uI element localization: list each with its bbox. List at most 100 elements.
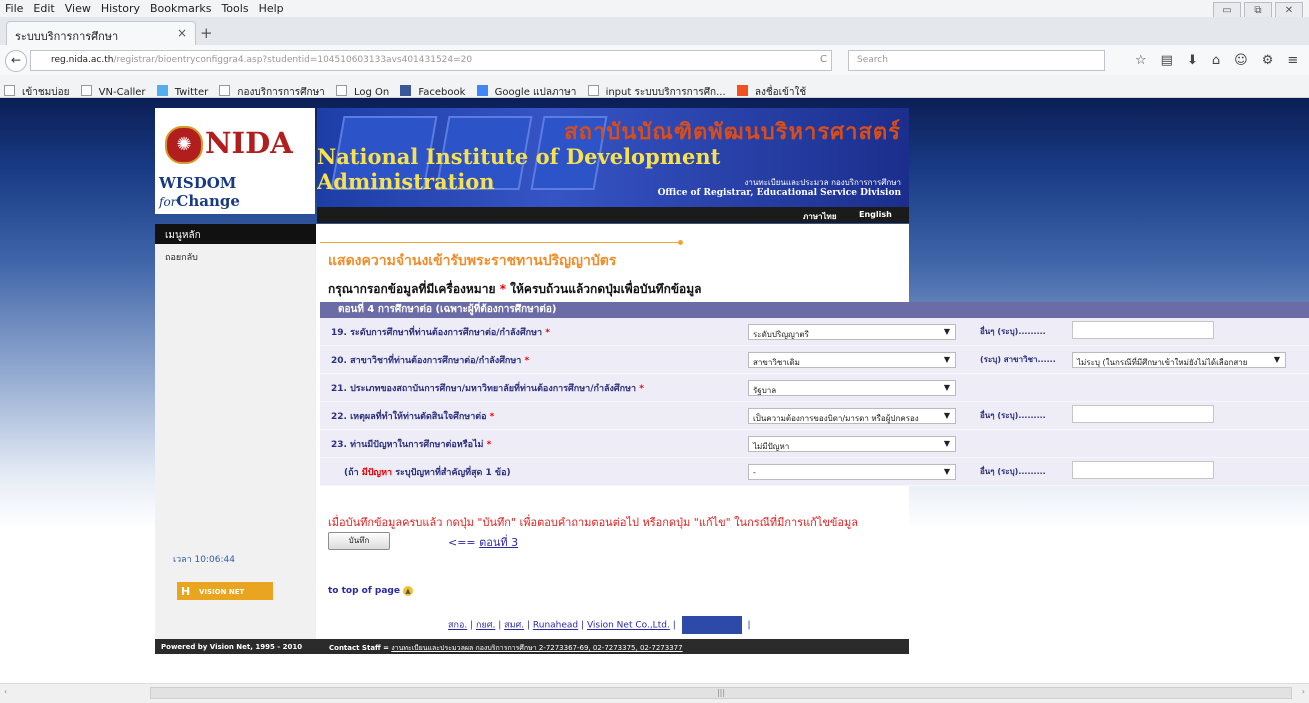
to-top-link[interactable]: to top of page ▲ xyxy=(328,586,413,596)
bookmark-item[interactable]: Log On xyxy=(335,82,391,98)
logo-text: NIDA xyxy=(205,126,293,160)
web-page: ✺ NIDA WISDOM forChange สถาบันบัณฑิตพัฒน… xyxy=(0,98,1309,673)
question-label: 20. สาขาวิชาที่ท่านต้องการศึกษาต่อ/กำลัง… xyxy=(331,356,530,366)
problem-other-input[interactable] xyxy=(1072,461,1214,479)
question-row-22: 22. เหตุผลที่ทำให้ท่านตัดสินใจศึกษาต่อ *… xyxy=(320,402,1309,430)
browser-tab[interactable]: ระบบบริการการศึกษา × xyxy=(6,21,196,46)
tab-title: ระบบบริการการศึกษา xyxy=(15,30,119,43)
download-icon[interactable]: ⬇ xyxy=(1187,53,1198,68)
menu-tools[interactable]: Tools xyxy=(216,0,253,15)
menu-view[interactable]: View xyxy=(60,0,96,15)
reason-select[interactable]: เป็นความต้องการของบิดา/มารดา หรือผู้ปกคร… xyxy=(748,408,956,424)
search-input[interactable]: Search xyxy=(848,50,1105,71)
addon-icon[interactable]: ⚙ xyxy=(1262,53,1274,68)
powered-by: Powered by Vision Net, 1995 - 2010 xyxy=(161,643,303,651)
footer-link[interactable]: Vision Net Co.,Ltd. xyxy=(587,621,670,631)
bookmark-item[interactable]: Twitter xyxy=(156,82,211,98)
footer-link[interactable]: กยศ. xyxy=(476,621,495,631)
menu-edit[interactable]: Edit xyxy=(28,0,59,15)
url-host: reg.nida.ac.th xyxy=(51,55,114,65)
bookmark-item[interactable]: Facebook xyxy=(400,82,467,98)
major-specify-select[interactable]: ไม่ระบุ (ในกรณีที่มีศึกษาเข้าใหม่ยังไม่ไ… xyxy=(1072,352,1286,368)
required-star: * xyxy=(499,282,506,296)
sidebar-item-back[interactable]: ถอยกลับ xyxy=(155,244,316,270)
reason-other-input[interactable] xyxy=(1072,405,1214,423)
menu-help[interactable]: Help xyxy=(254,0,289,15)
footer-bar: Powered by Vision Net, 1995 - 2010 Conta… xyxy=(155,639,909,654)
scroll-right-icon[interactable]: › xyxy=(1302,687,1305,696)
menu-history[interactable]: History xyxy=(96,0,145,15)
problem-select[interactable]: ไม่มีปัญหา ▼ xyxy=(748,436,956,452)
back-to-part3-link[interactable]: <== ตอนที่ 3 xyxy=(448,533,518,551)
footer-link[interactable]: สมศ. xyxy=(504,621,524,631)
slogan-end: Change xyxy=(176,192,240,210)
footer-links: สกอ. | กยศ. | สมศ. | Runahead | Vision N… xyxy=(448,616,751,634)
vision-net-logo[interactable]: H VISION NET xyxy=(177,582,273,600)
partner-logo[interactable] xyxy=(681,616,742,634)
home-icon[interactable]: ⌂ xyxy=(1212,53,1220,68)
url-path: /registrar/bioentryconfiggra4.asp?studen… xyxy=(113,55,473,65)
institution-type-select[interactable]: รัฐบาล ▼ xyxy=(748,380,956,396)
question-label: 21. ประเภทของสถาบันการศึกษา/มหาวิทยาลัยท… xyxy=(331,384,644,394)
instruction-text-end: ให้ครบถ้วนแล้วกดปุ่มเพื่อบันทึกข้อมูล xyxy=(510,282,702,296)
lang-english-link[interactable]: English xyxy=(859,210,892,219)
instruction-text: กรุณากรอกข้อมูลที่มีเครื่องหมาย xyxy=(328,282,496,296)
nida-logo[interactable]: ✺ NIDA WISDOM forChange xyxy=(155,108,315,214)
bookmark-item[interactable]: input ระบบบริการการศึก... xyxy=(587,80,728,100)
bookmark-item[interactable]: เข้าชมบ่อย xyxy=(4,80,71,100)
header-banner: สถาบันบัณฑิตพัฒนบริหารศาสตร์ National In… xyxy=(317,108,909,214)
url-bar[interactable]: reg.nida.ac.th/registrar/bioentryconfigg… xyxy=(30,50,832,71)
question-table: 19. ระดับการศึกษาที่ท่านต้องการศึกษาต่อ/… xyxy=(320,318,1309,486)
back-button[interactable]: ← xyxy=(5,50,27,72)
question-label: 23. ท่านมีปัญหาในการศึกษาต่อหรือไม่ * xyxy=(331,440,492,450)
question-row-23: 23. ท่านมีปัญหาในการศึกษาต่อหรือไม่ * ไม… xyxy=(320,430,1309,458)
slogan-main: WISDOM xyxy=(159,174,237,192)
search-placeholder: Search xyxy=(857,55,888,65)
clock-text: เวลา 10:06:44 xyxy=(173,555,235,565)
nav-bar: ← reg.nida.ac.th/registrar/bioentryconfi… xyxy=(0,45,1309,76)
close-tab-icon[interactable]: × xyxy=(177,26,187,40)
vision-net-mark-icon: H xyxy=(181,585,191,598)
nida-emblem-icon: ✺ xyxy=(165,126,203,164)
main-content: แสดงความจำนงเข้ารับพระราชทานปริญญาบัตร ก… xyxy=(316,224,1309,639)
scroll-thumb[interactable]: ||| xyxy=(150,687,1292,699)
bookmark-item[interactable]: ลงชื่อเข้าใช้ xyxy=(736,80,808,100)
bookmark-item[interactable]: Google แปลภาษา xyxy=(476,80,579,100)
bookmark-star-icon[interactable]: ☆ xyxy=(1135,53,1147,68)
horizontal-scrollbar[interactable]: ‹ ||| › xyxy=(0,683,1309,703)
divider xyxy=(320,242,678,243)
lang-thai-link[interactable]: ภาษาไทย xyxy=(803,210,837,223)
footer-link[interactable]: Runahead xyxy=(533,621,578,631)
bookmark-item[interactable]: กองบริการการศึกษา xyxy=(219,80,326,100)
contact-link[interactable]: งานทะเบียนและประมวลผล กองบริการการศึกษา … xyxy=(391,644,682,652)
sidebar: เมนูหลัก ถอยกลับ เวลา 10:06:44 H VISION N… xyxy=(155,224,316,639)
reload-icon[interactable]: C xyxy=(820,54,827,65)
new-tab-icon[interactable]: + xyxy=(200,24,213,42)
to-top-text: to top of page xyxy=(328,586,400,596)
slogan: WISDOM forChange xyxy=(159,174,315,210)
contact-staff: Contact Staff = งานทะเบียนและประมวลผล กอ… xyxy=(329,644,683,652)
major-select[interactable]: สาขาวิชาเดิม ▼ xyxy=(748,352,956,368)
up-arrow-icon: ▲ xyxy=(402,586,413,596)
education-level-select[interactable]: ระดับปริญญาตรี ▼ xyxy=(748,324,956,340)
bookmark-item[interactable]: VN-Caller xyxy=(80,82,148,98)
menu-bookmarks[interactable]: Bookmarks xyxy=(145,0,216,15)
other-label: อื่นๆ (ระบุ)......... xyxy=(980,327,1046,336)
bookmark-label: VN-Caller xyxy=(98,87,146,98)
save-button[interactable]: บันทึก xyxy=(328,532,390,550)
problem-detail-select[interactable]: - ▼ xyxy=(748,464,956,480)
page-title: แสดงความจำนงเข้ารับพระราชทานปริญญาบัตร xyxy=(328,253,617,269)
back-link-text: ตอนที่ 3 xyxy=(479,536,519,549)
footer-link[interactable]: สกอ. xyxy=(448,621,467,631)
slogan-italic: for xyxy=(159,195,177,209)
bookmark-label: Log On xyxy=(353,87,390,98)
save-notice: เมื่อบันทึกข้อมูลครบแล้ว กดปุ่ม "บันทึก"… xyxy=(328,516,859,529)
education-level-other-input[interactable] xyxy=(1072,321,1214,339)
menu-file[interactable]: File xyxy=(0,0,28,15)
hamburger-menu-icon[interactable]: ≡ xyxy=(1287,53,1298,68)
scroll-left-icon[interactable]: ‹ xyxy=(4,687,7,696)
chat-icon[interactable]: ☺ xyxy=(1234,53,1248,68)
reading-list-icon[interactable]: ▤ xyxy=(1161,53,1173,68)
question-row-23-detail: (ถ้า มีปัญหา ระบุปัญหาที่สำคัญที่สุด 1 ข… xyxy=(320,458,1309,486)
question-label: 19. ระดับการศึกษาที่ท่านต้องการศึกษาต่อ/… xyxy=(331,328,550,338)
